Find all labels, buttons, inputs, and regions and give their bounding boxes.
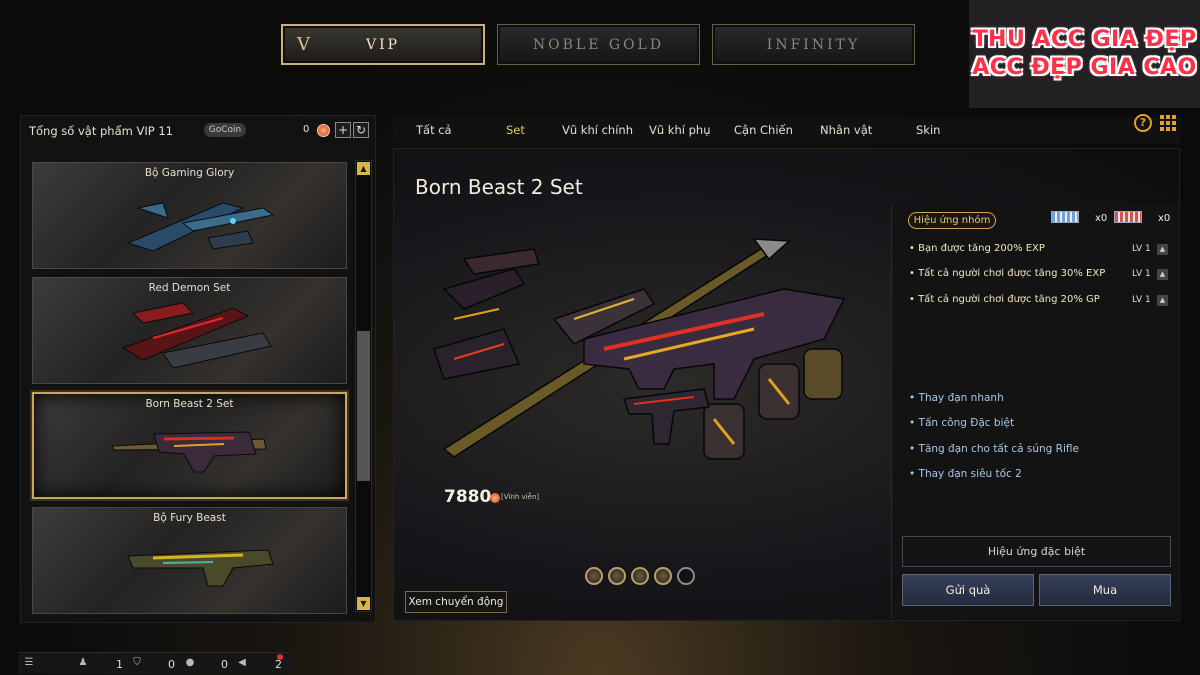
preview-thumb-dot[interactable] <box>631 567 649 585</box>
category-all[interactable]: Tất cả <box>416 123 452 137</box>
notification-count: 2 <box>275 658 282 671</box>
friends-count: 1 <box>116 658 123 671</box>
category-secondary-weapon[interactable]: Vũ khí phụ <box>649 123 711 137</box>
blue-card-count: x0 <box>1095 213 1108 224</box>
item-list-panel: Tổng số vật phẩm VIP 11 GoCoin 0 + ↻ Bộ … <box>20 115 376 623</box>
ability-line: • Thay đạn nhanh <box>909 392 1004 404</box>
vip-rank-icon: V <box>297 34 310 55</box>
red-card-icon <box>1114 211 1142 223</box>
gocoin-badge[interactable]: GoCoin <box>204 123 246 137</box>
item-card[interactable]: Bộ Fury Beast <box>32 507 347 614</box>
menu-list-icon[interactable]: ☰ <box>22 657 36 669</box>
weapon-set-image <box>121 302 272 369</box>
clan-shield-icon[interactable]: ⛉ <box>130 657 144 669</box>
bonus-level: LV 1 <box>1132 244 1151 254</box>
weapon-set-image <box>111 431 267 473</box>
item-list-scrollbar[interactable]: ▲ ▼ <box>355 160 372 612</box>
group-effect-badge: Hiệu ứng nhóm <box>908 212 996 229</box>
level-up-icon[interactable]: ▲ <box>1157 269 1168 280</box>
speaker-icon[interactable]: ◀ <box>235 657 249 669</box>
bonus-level: LV 1 <box>1132 295 1151 305</box>
preview-thumb-dot[interactable] <box>677 567 695 585</box>
special-effect-button[interactable]: Hiệu ứng đặc biệt <box>902 536 1171 567</box>
scroll-down-icon[interactable]: ▼ <box>357 597 370 610</box>
coin-icon <box>317 124 330 137</box>
scroll-up-icon[interactable]: ▲ <box>357 162 370 175</box>
category-character[interactable]: Nhân vật <box>820 123 872 137</box>
category-skin[interactable]: Skin <box>916 123 940 137</box>
tab-vip[interactable]: V VIP <box>281 24 485 65</box>
watermark-line-2: ACC ĐẸP GIA CAO <box>972 55 1197 80</box>
clan-count: 0 <box>168 658 175 671</box>
category-melee[interactable]: Cận Chiến <box>734 123 793 137</box>
ability-line: • Thay đạn siêu tốc 2 <box>909 468 1022 480</box>
tab-infinity[interactable]: INFINITY <box>712 24 915 65</box>
refresh-button[interactable]: ↻ <box>353 122 369 138</box>
price-duration: [Vĩnh viễn] <box>501 493 540 501</box>
red-card-count: x0 <box>1158 213 1171 224</box>
blue-card-icon <box>1051 211 1079 223</box>
help-icon[interactable]: ? <box>1134 114 1152 132</box>
ability-line: • Tấn công Đặc biệt <box>909 417 1015 429</box>
set-title: Born Beast 2 Set <box>415 175 583 199</box>
add-coin-button[interactable]: + <box>335 122 351 138</box>
level-up-icon[interactable]: ▲ <box>1157 244 1168 255</box>
chat-count: 0 <box>221 658 228 671</box>
category-primary-weapon[interactable]: Vũ khí chính <box>562 123 633 137</box>
category-set[interactable]: Set <box>506 123 525 137</box>
tab-infinity-label: INFINITY <box>766 36 861 53</box>
watermark-banner: THU ACC GIA ĐẸP ACC ĐẸP GIA CAO <box>969 0 1200 108</box>
item-card[interactable]: Red Demon Set <box>32 277 347 384</box>
price-coin-icon <box>490 493 500 503</box>
send-gift-button[interactable]: Gửi quà <box>902 574 1034 606</box>
price-value: 7880 <box>444 487 492 507</box>
preview-pager <box>585 567 695 585</box>
level-up-icon[interactable]: ▲ <box>1157 295 1168 306</box>
weapon-set-image <box>126 202 275 252</box>
chat-icon[interactable]: ● <box>183 657 197 669</box>
ability-line: • Tăng đạn cho tất cả súng Rifle <box>909 443 1079 455</box>
watermark-line-1: THU ACC GIA ĐẸP <box>972 27 1197 52</box>
total-items-label: Tổng số vật phẩm VIP 11 <box>29 124 173 138</box>
preview-thumb-dot[interactable] <box>585 567 603 585</box>
item-card-selected[interactable]: Born Beast 2 Set <box>32 392 347 499</box>
weapon-set-image <box>127 549 274 587</box>
scroll-thumb[interactable] <box>357 331 370 481</box>
tab-noble-gold[interactable]: NOBLE GOLD <box>497 24 700 65</box>
buy-button[interactable]: Mua <box>1039 574 1171 606</box>
bonus-line: • Bạn được tăng 200% EXP <box>909 243 1045 254</box>
bonus-level: LV 1 <box>1132 269 1151 279</box>
item-card[interactable]: Bộ Gaming Glory <box>32 162 347 269</box>
bonus-line: • Tất cả người chơi được tăng 20% GP <box>909 294 1100 305</box>
category-bar: Tất cả Set Vũ khí chính Vũ khí phụ Cận C… <box>393 117 1180 143</box>
preview-thumb-dot[interactable] <box>608 567 626 585</box>
grid-view-icon[interactable] <box>1160 115 1176 131</box>
tab-vip-label: VIP <box>365 36 401 53</box>
set-preview-image <box>433 238 846 460</box>
tab-noble-gold-label: NOBLE GOLD <box>532 36 665 53</box>
effects-panel: Hiệu ứng nhóm x0 x0 • Bạn được tăng 200%… <box>891 205 1181 618</box>
bonus-line: • Tất cả người chơi được tăng 30% EXP <box>909 268 1106 279</box>
coin-count: 0 <box>303 124 310 135</box>
friends-icon[interactable]: ♟ <box>76 657 90 669</box>
status-bar: ☰ ♟ 1 ⛉ 0 ● 0 ◀ 2 <box>18 652 290 674</box>
view-motion-button[interactable]: Xem chuyển động <box>405 591 507 613</box>
preview-thumb-dot[interactable] <box>654 567 672 585</box>
